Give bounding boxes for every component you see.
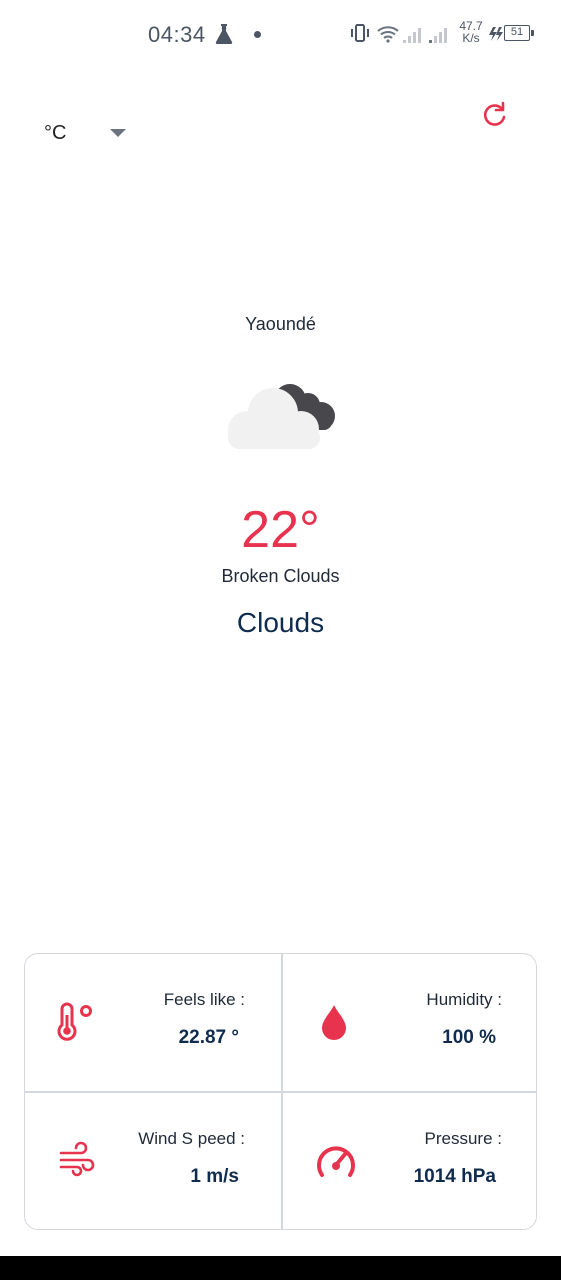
stat-wind-speed: Wind S peed : 1 m/s <box>25 1093 281 1229</box>
stat-wind-speed-label: Wind S peed : <box>138 1129 245 1148</box>
temperature: 22° <box>241 501 320 559</box>
weather-description: Broken Clouds <box>221 566 340 586</box>
status-time: 04:34 <box>148 22 206 47</box>
stat-humidity-label: Humidity : <box>426 990 502 1009</box>
stat-pressure: Pressure : 1014 hPa <box>282 1093 536 1229</box>
unit-selected-value: °C <box>44 122 67 144</box>
chevron-down-icon <box>110 129 126 137</box>
water-drop-icon <box>318 1002 350 1047</box>
stat-feels-like-value: 22.87 ° <box>178 1027 239 1048</box>
city-name: Yaoundé <box>245 314 316 334</box>
notification-dot <box>254 31 261 38</box>
vibrate-icon <box>348 22 372 51</box>
refresh-button[interactable] <box>478 98 512 132</box>
battery-indicator: 51 <box>504 25 534 41</box>
refresh-icon <box>483 101 506 126</box>
weather-main: Clouds <box>236 607 325 638</box>
wifi-icon <box>376 22 400 51</box>
unit-dropdown[interactable]: °C <box>44 120 134 150</box>
stat-feels-like-label: Feels like : <box>163 990 245 1009</box>
flask-icon <box>212 22 236 51</box>
stat-humidity: Humidity : 100 % <box>282 954 536 1092</box>
signal-2-icon <box>428 26 450 49</box>
charging-icon <box>488 26 504 47</box>
signal-1-icon <box>402 26 424 49</box>
status-bar: 04:34 47.7 K/s 51 <box>0 0 561 70</box>
wind-icon <box>57 1141 97 1186</box>
stat-wind-speed-value: 1 m/s <box>190 1166 239 1187</box>
weather-stats-card: Feels like : 22.87 ° Humidity : 100 % Wi… <box>24 953 537 1230</box>
broken-clouds-icon <box>222 372 340 459</box>
stat-pressure-value: 1014 hPa <box>413 1166 496 1187</box>
gauge-icon <box>314 1141 358 1186</box>
stat-pressure-label: Pressure : <box>424 1129 502 1148</box>
navigation-bar <box>0 1256 561 1280</box>
network-speed-unit: K/s <box>462 31 480 45</box>
stat-humidity-value: 100 % <box>442 1027 496 1048</box>
network-speed: 47.7 K/s <box>456 20 486 44</box>
stat-feels-like: Feels like : 22.87 ° <box>25 954 281 1092</box>
thermometer-icon <box>53 1002 97 1051</box>
